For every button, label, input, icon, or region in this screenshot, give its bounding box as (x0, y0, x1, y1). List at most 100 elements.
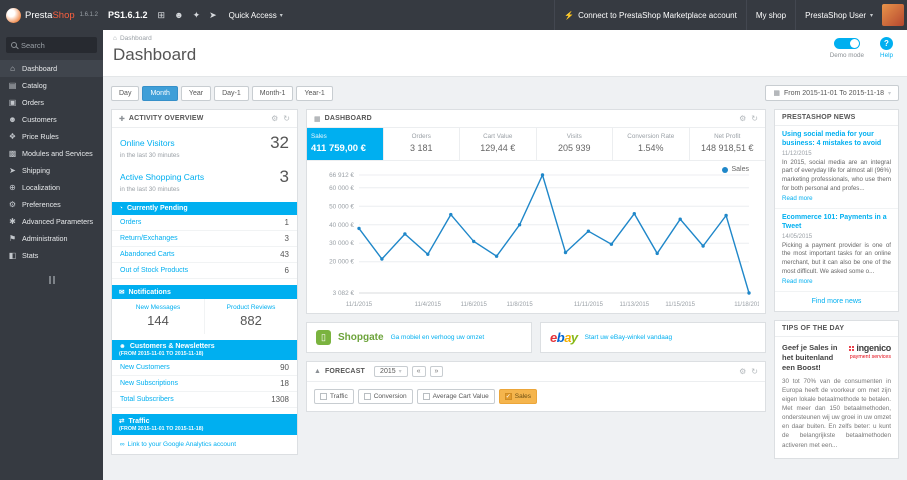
shopgate-logo-icon: ▯ (316, 330, 331, 345)
prev-year-button[interactable]: « (411, 366, 426, 377)
gear-icon[interactable]: ⚙ (739, 114, 746, 123)
sidebar-item-stats[interactable]: ◧ Stats (0, 247, 103, 264)
dashboard-panel-icon: ▦ (314, 115, 321, 123)
panel-header: PRESTASHOP NEWS (775, 110, 898, 126)
page-header: ⌂ Dashboard Dashboard Demo mode ? Help (103, 30, 907, 77)
customers-new-customers-link[interactable]: New Customers (120, 364, 170, 371)
refresh-icon[interactable]: ↻ (751, 114, 758, 123)
pending-return-exchanges-link[interactable]: Return/Exchanges (120, 235, 178, 242)
marketplace-link[interactable]: ⚡ Connect to PrestaShop Marketplace acco… (554, 0, 746, 30)
demo-mode-toggle[interactable]: Demo mode (830, 37, 864, 59)
profile-icon[interactable]: ☻ (174, 10, 183, 20)
sidebar-item-label: Dashboard (22, 64, 58, 73)
read-more-link[interactable]: Read more (782, 195, 891, 202)
kpi-orders[interactable]: Orders 3 181 (384, 128, 460, 160)
notification-cell: New Messages 144 (112, 299, 204, 334)
sidebar-item-dashboard[interactable]: ⌂ Dashboard (0, 60, 103, 77)
kpi-net-profit[interactable]: Net Profit 148 918,51 € (690, 128, 766, 160)
year-select[interactable]: 2015 ▾ (374, 366, 408, 377)
tips-of-the-day-panel: TIPS OF THE DAY Geef je Sales in het bui… (774, 320, 899, 459)
read-more-link[interactable]: Read more (782, 278, 891, 285)
topbar-right: ⚡ Connect to PrestaShop Marketplace acco… (554, 0, 907, 30)
online-visitors-link[interactable]: Online Visitors (120, 138, 175, 148)
pending-out-of-stock-products-link[interactable]: Out of Stock Products (120, 267, 188, 274)
sidebar-item-price-rules[interactable]: ❖ Price Rules (0, 128, 103, 145)
gear-icon[interactable]: ⚙ (271, 114, 278, 123)
user-avatar[interactable] (882, 4, 904, 26)
activity-row: Orders 1 (112, 215, 297, 231)
kpi-sales[interactable]: Sales 411 759,00 € (307, 128, 384, 160)
period-button-year-1[interactable]: Year-1 (296, 85, 333, 101)
sidebar-item-orders[interactable]: ▣ Orders (0, 94, 103, 111)
user-menu[interactable]: PrestaShop User ▾ (795, 0, 882, 30)
period-button-year[interactable]: Year (180, 85, 212, 101)
sidebar-item-preferences[interactable]: ⚙ Preferences (0, 196, 103, 213)
active-carts-link[interactable]: Active Shopping Carts (120, 172, 204, 182)
forecast-metric-sales[interactable]: ✓ Sales (498, 389, 537, 404)
ebay-link[interactable]: Start uw eBay-winkel vandaag (585, 334, 672, 341)
kpi-label: Conversion Rate (627, 133, 675, 140)
customers-total-subscribers-link[interactable]: Total Subscribers (120, 396, 174, 403)
refresh-icon[interactable]: ↻ (283, 114, 290, 123)
refresh-icon[interactable]: ↻ (751, 367, 758, 376)
pending-abandoned-carts-link[interactable]: Abandoned Carts (120, 251, 174, 258)
news-title-link[interactable]: Using social media for your business: 4 … (782, 131, 891, 149)
new-messages-count: 144 (147, 313, 169, 328)
sidebar-item-shipping[interactable]: ➤ Shipping (0, 162, 103, 179)
customers-new-subscriptions-link[interactable]: New Subscriptions (120, 380, 178, 387)
help-button[interactable]: ? Help (880, 37, 893, 59)
sidebar-item-localization[interactable]: ⊕ Localization (0, 179, 103, 196)
period-buttons: Day Month Year Day-1 Month-1 Year-1 (111, 85, 333, 101)
next-year-button[interactable]: » (429, 366, 444, 377)
demo-mode-label: Demo mode (829, 52, 864, 59)
date-range-picker[interactable]: ▦ From 2015-11-01 To 2015-11-18 ▾ (765, 85, 899, 101)
kpi-visits[interactable]: Visits 205 939 (537, 128, 613, 160)
shopgate-link[interactable]: Ga mobiel en verhoog uw omzet (391, 334, 485, 341)
gear-icon[interactable]: ⚙ (739, 367, 746, 376)
customers-total-subscribers-count: 1308 (271, 395, 289, 404)
kpi-value: 3 181 (409, 143, 433, 153)
panel-title: ACTIVITY OVERVIEW (128, 115, 204, 122)
pending-orders-link[interactable]: Orders (120, 219, 141, 226)
my-shop-link[interactable]: My shop (745, 0, 795, 30)
period-button-day-1[interactable]: Day-1 (214, 85, 249, 101)
rocket-icon[interactable]: ➤ (209, 10, 217, 21)
sidebar-item-modules-and-services[interactable]: ▩ Modules and Services (0, 145, 103, 162)
chart-legend[interactable]: Sales (722, 166, 749, 173)
search-input[interactable] (21, 40, 91, 50)
forecast-metric-traffic[interactable]: Traffic (314, 389, 354, 404)
shop-name-link[interactable]: PS1.6.1.2 (108, 10, 148, 20)
sidebar-collapse-button[interactable] (45, 276, 59, 284)
stars-icon[interactable]: ✦ (193, 10, 201, 21)
shopgate-promo[interactable]: ▯ Shopgate Ga mobiel en verhoog uw omzet (306, 322, 532, 353)
find-more-news-link[interactable]: Find more news (775, 292, 898, 311)
prestashop-logo[interactable]: PrestaShop 1.6.1.2 (0, 0, 104, 30)
caret-down-icon: ▾ (398, 369, 402, 375)
toggle-switch[interactable] (833, 38, 860, 49)
customers-icon: ☻ (8, 115, 17, 124)
product-reviews-link[interactable]: Product Reviews (207, 304, 295, 311)
prestashop-news-panel: PRESTASHOP NEWS Using social media for y… (774, 109, 899, 313)
sidebar-item-administration[interactable]: ⚑ Administration (0, 230, 103, 247)
panel-header: ✚ ACTIVITY OVERVIEW ⚙ ↻ (112, 110, 297, 128)
new-messages-link[interactable]: New Messages (114, 304, 202, 311)
help-icon: ? (880, 37, 893, 50)
forecast-metric-average-cart-value[interactable]: Average Cart Value (416, 389, 495, 404)
cart-icon[interactable]: ⊞ (158, 10, 166, 21)
ebay-promo[interactable]: ebay Start uw eBay-winkel vandaag (540, 322, 766, 353)
checkbox-icon: ✓ (504, 393, 512, 400)
period-button-month-1[interactable]: Month-1 (251, 85, 294, 101)
google-analytics-link[interactable]: ∞ Link to your Google Analytics account (112, 435, 297, 454)
kpi-cart-value[interactable]: Cart Value 129,44 € (460, 128, 537, 160)
pending-abandoned-carts-count: 43 (280, 250, 289, 259)
period-button-day[interactable]: Day (111, 85, 140, 101)
kpi-conversion-rate[interactable]: Conversion Rate 1.54% (613, 128, 690, 160)
sidebar-item-customers[interactable]: ☻ Customers (0, 111, 103, 128)
chip-label: Conversion (373, 393, 407, 400)
quick-access-menu[interactable]: Quick Access ▾ (229, 11, 283, 20)
news-title-link[interactable]: Ecommerce 101: Payments in a Tweet (782, 214, 891, 232)
forecast-metric-conversion[interactable]: Conversion (357, 389, 413, 404)
sidebar-item-catalog[interactable]: ▤ Catalog (0, 77, 103, 94)
period-button-month[interactable]: Month (142, 85, 178, 101)
sidebar-item-advanced-parameters[interactable]: ✱ Advanced Parameters (0, 213, 103, 230)
